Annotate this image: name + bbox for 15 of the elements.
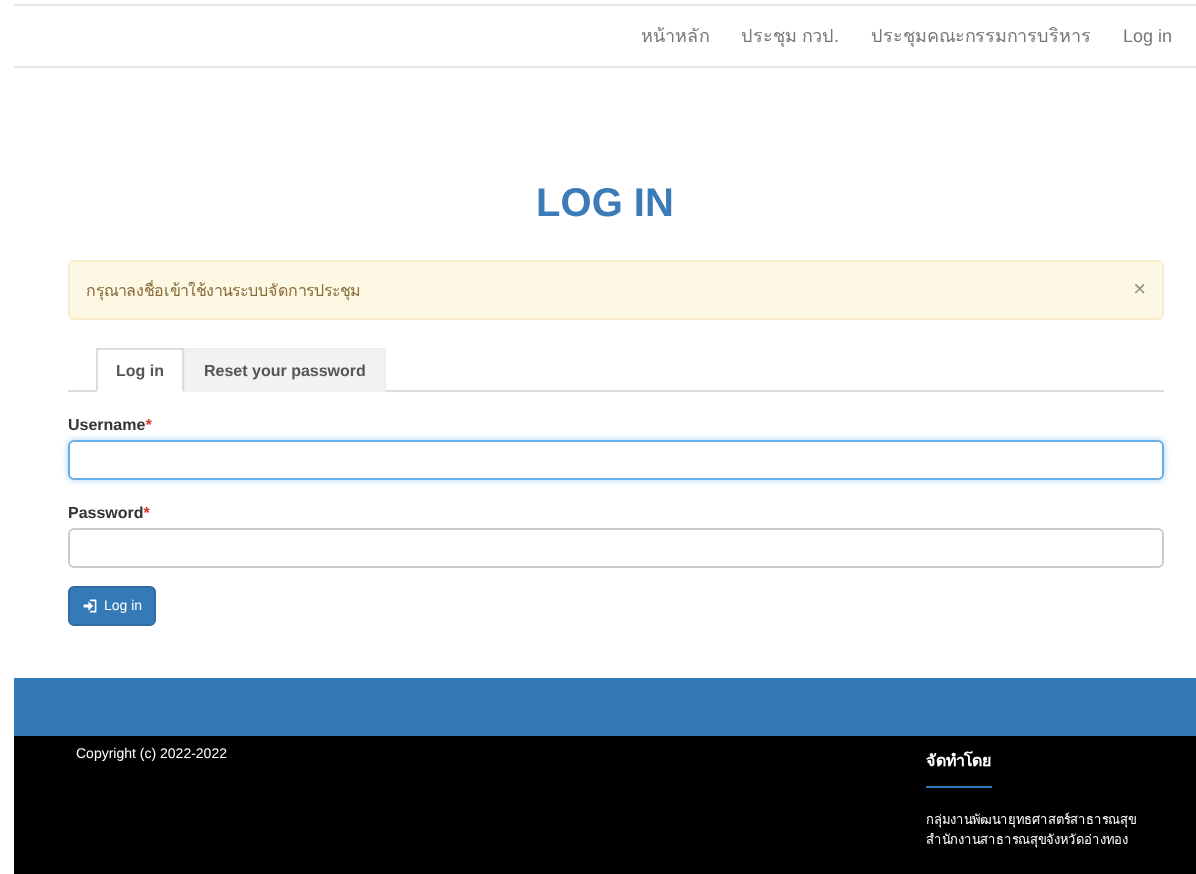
field-label: Password* bbox=[68, 504, 152, 522]
input-field[interactable] bbox=[68, 528, 1164, 568]
nav-link[interactable]: Log in bbox=[1122, 26, 1172, 46]
nav-link[interactable]: ประชุม กวป. bbox=[740, 22, 839, 50]
input-field[interactable] bbox=[68, 440, 1164, 480]
page-title: LOG IN bbox=[534, 180, 676, 230]
nav-link[interactable]: ประชุมคณะกรรมการบริหาร bbox=[870, 22, 1091, 50]
sign-in-icon bbox=[82, 598, 98, 614]
footer-heading: จัดทำโดย bbox=[926, 748, 992, 788]
field-label: Username* bbox=[68, 416, 154, 434]
tab[interactable]: Log in bbox=[96, 348, 184, 392]
alert-message: กรุณาลงชื่อเข้าใช้งานระบบจัดการประชุม bbox=[86, 278, 360, 303]
nav-link[interactable]: หน้าหลัก bbox=[640, 22, 709, 50]
tab[interactable]: Reset your password bbox=[184, 348, 386, 392]
close-button[interactable]: × bbox=[1133, 278, 1146, 302]
